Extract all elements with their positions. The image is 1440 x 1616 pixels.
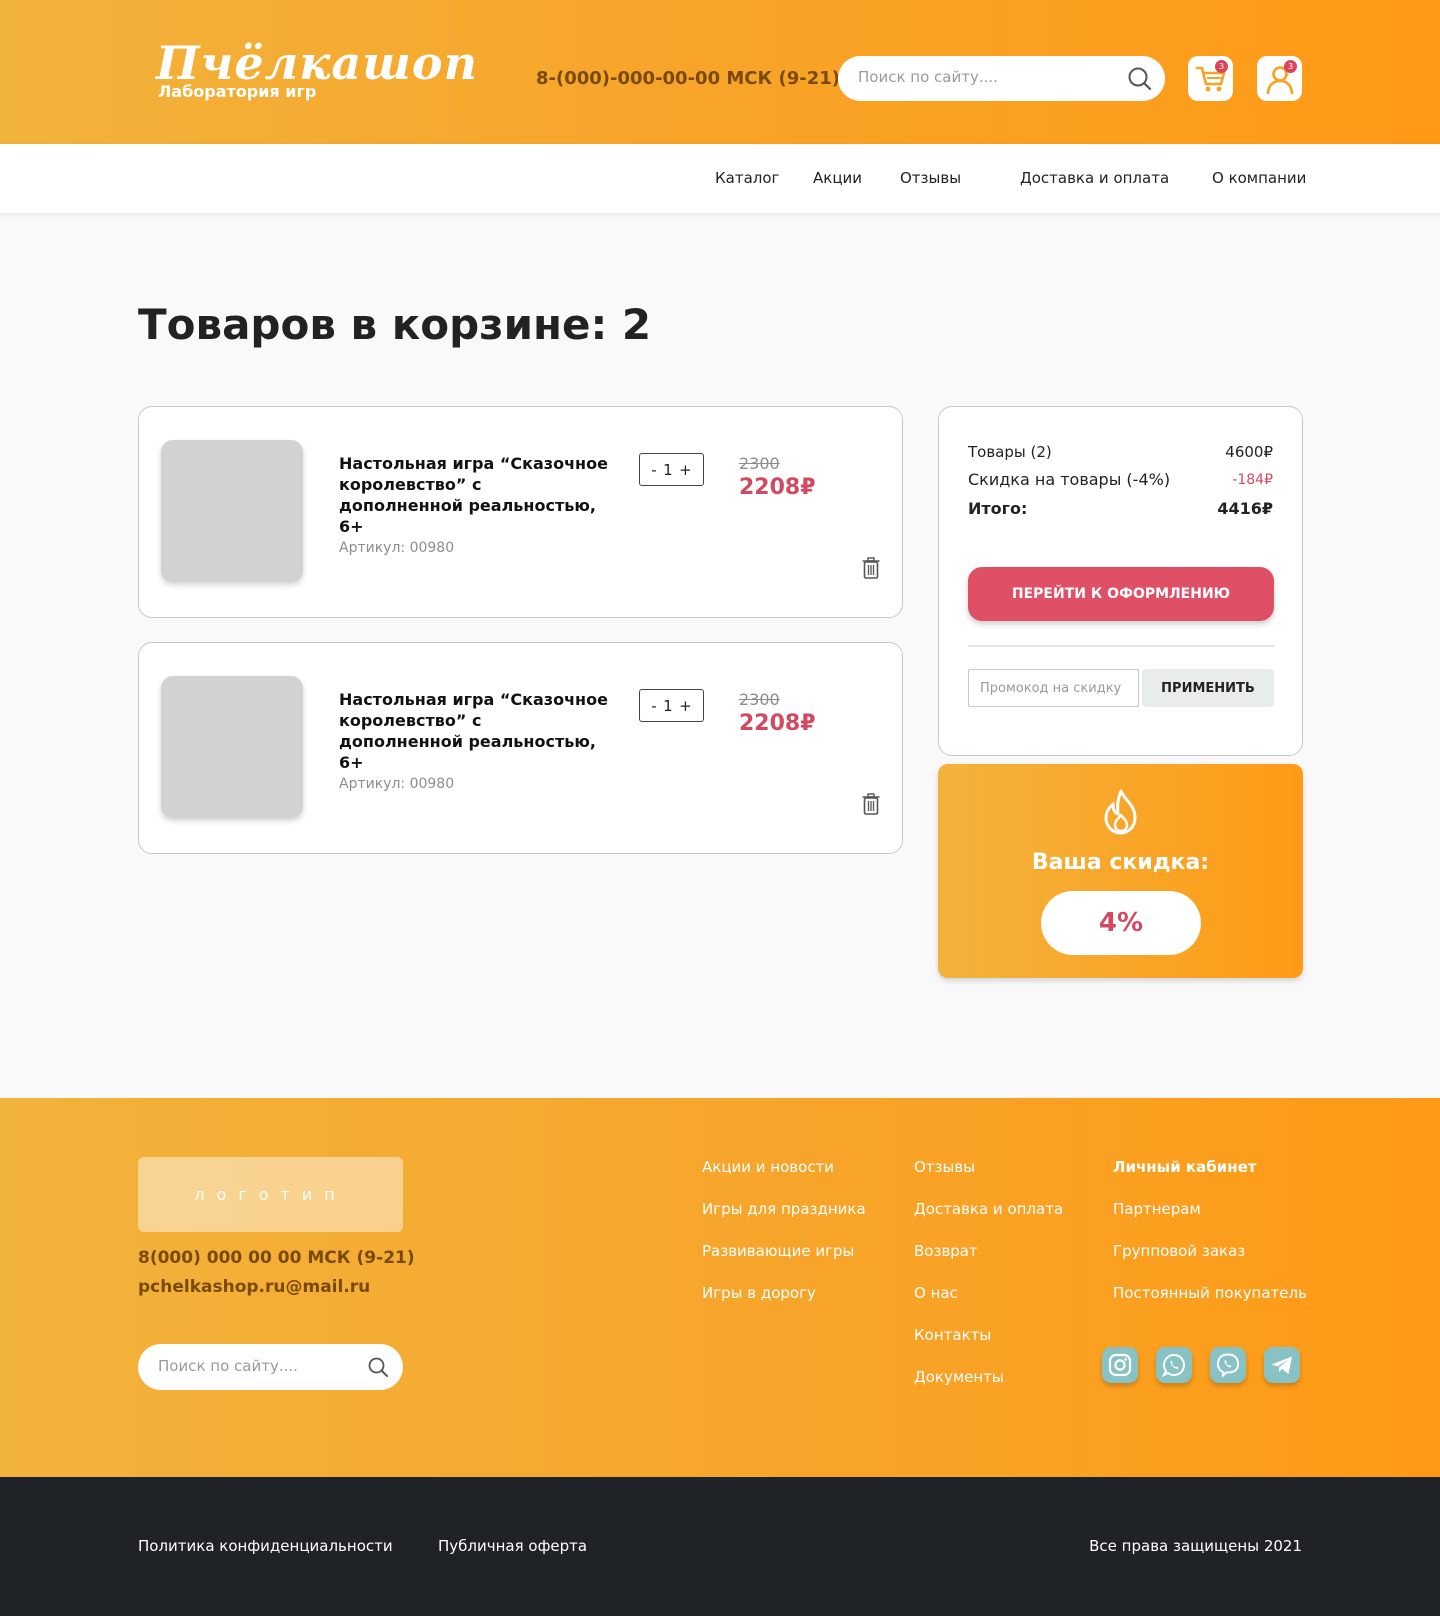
product-title[interactable]: Настольная игра “Сказочное королевство” …: [339, 689, 609, 773]
footer-email[interactable]: pchelkashop.ru@mail.ru: [138, 1277, 370, 1297]
footer-link[interactable]: Акции и новости: [702, 1157, 866, 1199]
discount-label: Ваша скидка:: [1031, 850, 1210, 875]
product-image[interactable]: [161, 676, 303, 818]
footer-link[interactable]: Отзывы: [914, 1157, 1063, 1199]
footer-column-info: Отзывы Доставка и оплата Возврат О нас К…: [914, 1157, 1063, 1409]
search-icon[interactable]: [367, 1356, 389, 1382]
footer-link[interactable]: Игры для праздника: [702, 1199, 866, 1241]
header-phone[interactable]: 8-(000)-000-00-00 МСК (9-21): [536, 68, 840, 89]
cart-count-badge: 3: [1215, 60, 1228, 73]
whatsapp-icon[interactable]: [1156, 1347, 1192, 1383]
footer-link[interactable]: Возврат: [914, 1241, 1063, 1283]
nav-item-about[interactable]: О компании: [1212, 169, 1306, 187]
checkout-button[interactable]: ПЕРЕЙТИ К ОФОРМЛЕНИЮ: [968, 567, 1274, 621]
search-icon[interactable]: [1127, 66, 1153, 96]
summary-goods-label: Товары (2): [968, 443, 1052, 461]
old-price: 2300: [739, 454, 780, 473]
summary-total-value: 4416₽: [1217, 499, 1273, 518]
new-price: 2208₽: [739, 711, 816, 736]
nav-item-catalog[interactable]: Каталог: [715, 169, 779, 187]
footer-link[interactable]: Игры в дорогу: [702, 1283, 866, 1325]
footer-link[interactable]: Доставка и оплата: [914, 1199, 1063, 1241]
footer-link[interactable]: Групповой заказ: [1113, 1241, 1307, 1283]
public-offer-link[interactable]: Публичная оферта: [438, 1537, 587, 1555]
divider: [968, 645, 1274, 647]
logo[interactable]: Пчёлкашоп Лаборатория игр: [156, 38, 478, 101]
summary-total-row: Итого: 4416₽: [968, 499, 1273, 518]
summary-total-label: Итого:: [968, 499, 1028, 518]
qty-increase-button[interactable]: +: [679, 697, 692, 715]
search-input[interactable]: [858, 68, 1108, 86]
logo-text: Пчёлкашоп: [156, 36, 479, 90]
footer-link[interactable]: Развивающие игры: [702, 1241, 866, 1283]
profile-button[interactable]: 3: [1257, 56, 1302, 101]
quantity-stepper: - 1 +: [639, 689, 704, 722]
copyright: Все права защищены 2021: [1089, 1537, 1302, 1555]
qty-decrease-button[interactable]: -: [651, 461, 656, 479]
footer-link[interactable]: Контакты: [914, 1325, 1063, 1367]
telegram-icon[interactable]: [1264, 1347, 1300, 1383]
summary-discount-row: Скидка на товары (-4%) -184₽: [968, 470, 1273, 489]
bottom-bar: Политика конфиденциальности Публичная оф…: [0, 1477, 1440, 1616]
instagram-icon[interactable]: [1102, 1347, 1138, 1383]
promo-code-input[interactable]: [968, 669, 1139, 707]
order-summary: Товары (2) 4600₽ Скидка на товары (-4%) …: [938, 406, 1303, 756]
summary-discount-label: Скидка на товары (-4%): [968, 470, 1171, 489]
footer-search[interactable]: [138, 1344, 403, 1390]
cart-item: Настольная игра “Сказочное королевство” …: [138, 406, 903, 618]
qty-increase-button[interactable]: +: [679, 461, 692, 479]
qty-value: 1: [663, 460, 673, 479]
nav-item-reviews[interactable]: Отзывы: [900, 169, 961, 187]
product-sku: Артикул: 00980: [339, 540, 455, 556]
qty-decrease-button[interactable]: -: [651, 697, 656, 715]
quantity-stepper: - 1 +: [639, 453, 704, 486]
trash-icon[interactable]: [862, 557, 880, 583]
nav-item-delivery[interactable]: Доставка и оплата: [1020, 169, 1169, 187]
product-sku: Артикул: 00980: [339, 776, 455, 792]
header-search[interactable]: [838, 56, 1165, 101]
discount-card: Ваша скидка: 4%: [938, 764, 1303, 978]
product-title[interactable]: Настольная игра “Сказочное королевство” …: [339, 453, 609, 537]
footer-logo[interactable]: логотип: [138, 1157, 403, 1232]
footer-phone[interactable]: 8(000) 000 00 00 МСК (9-21): [138, 1248, 415, 1268]
summary-discount-value: -184₽: [1232, 472, 1273, 488]
footer-link[interactable]: Документы: [914, 1367, 1063, 1409]
apply-promo-button[interactable]: ПРИМЕНИТЬ: [1142, 669, 1274, 707]
product-image[interactable]: [161, 440, 303, 582]
privacy-policy-link[interactable]: Политика конфиденциальности: [138, 1537, 393, 1555]
cart-button[interactable]: 3: [1188, 56, 1233, 101]
main-nav: Каталог Акции Отзывы Доставка и оплата О…: [0, 144, 1440, 213]
summary-goods-row: Товары (2) 4600₽: [968, 443, 1273, 461]
nav-item-promotions[interactable]: Акции: [813, 169, 862, 187]
page-title: Товаров в корзине: 2: [138, 300, 652, 349]
flame-icon: [1100, 788, 1142, 840]
footer-link[interactable]: Постоянный покупатель: [1113, 1283, 1307, 1325]
qty-value: 1: [663, 696, 673, 715]
site-footer: логотип 8(000) 000 00 00 МСК (9-21) pche…: [0, 1098, 1440, 1477]
footer-column-account: Личный кабинет Партнерам Групповой заказ…: [1113, 1157, 1307, 1325]
footer-link[interactable]: Партнерам: [1113, 1199, 1307, 1241]
trash-icon[interactable]: [862, 793, 880, 819]
site-header: Пчёлкашоп Лаборатория игр 8-(000)-000-00…: [0, 0, 1440, 144]
new-price: 2208₽: [739, 475, 816, 500]
old-price: 2300: [739, 690, 780, 709]
viber-icon[interactable]: [1210, 1347, 1246, 1383]
footer-link[interactable]: О нас: [914, 1283, 1063, 1325]
summary-goods-value: 4600₽: [1225, 443, 1273, 461]
footer-search-input[interactable]: [158, 1357, 358, 1375]
cart-item: Настольная игра “Сказочное королевство” …: [138, 642, 903, 854]
discount-value: 4%: [1041, 891, 1201, 955]
social-links: [1102, 1347, 1300, 1383]
footer-link-account[interactable]: Личный кабинет: [1113, 1157, 1307, 1199]
footer-column-catalog: Акции и новости Игры для праздника Разви…: [702, 1157, 866, 1325]
profile-badge: 3: [1284, 60, 1297, 73]
